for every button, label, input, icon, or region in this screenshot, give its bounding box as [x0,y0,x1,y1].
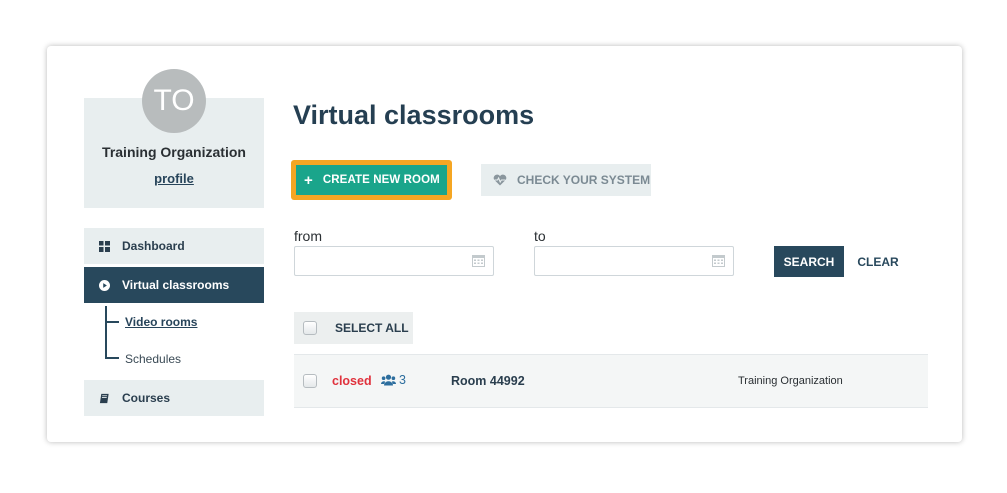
tree-line [105,306,107,358]
sidebar-item-label: Virtual classrooms [122,278,230,292]
select-all-checkbox[interactable] [303,321,317,335]
status-badge: closed [332,374,372,388]
sidebar-item-dashboard[interactable]: Dashboard [84,228,264,264]
plus-icon: + [304,171,313,189]
sidebar-item-courses[interactable]: Courses [84,380,264,416]
select-all-label: SELECT ALL [335,321,409,335]
tree-branch [105,321,119,323]
room-organization: Training Organization [738,375,843,387]
tree-branch [105,357,119,359]
heartbeat-icon [493,174,507,186]
create-new-room-label: CREATE NEW ROOM [322,174,440,186]
users-icon [381,374,396,386]
create-room-highlight: + CREATE NEW ROOM [291,160,452,200]
play-circle-icon [98,279,110,291]
sidebar-subitem-video-rooms[interactable]: Video rooms [125,315,197,329]
room-name[interactable]: Room 44992 [451,374,525,388]
participants-count: 3 [381,373,406,387]
row-checkbox[interactable] [303,374,317,388]
sidebar-item-virtual-classrooms[interactable]: Virtual classrooms [84,267,264,303]
dashboard-grid-icon [98,240,110,252]
clear-button[interactable]: CLEAR [853,246,903,277]
profile-link[interactable]: profile [84,171,264,186]
select-all-control[interactable]: SELECT ALL [294,312,413,344]
sidebar-item-label: Courses [122,391,171,405]
avatar[interactable]: TO [142,69,206,133]
check-your-system-button[interactable]: CHECK YOUR SYSTEM [481,164,651,196]
from-date-field[interactable] [294,246,494,276]
organization-name: Training Organization [102,144,246,160]
participants-number: 3 [399,373,406,387]
to-date-field[interactable] [534,246,734,276]
sidebar-item-label: Dashboard [122,239,185,253]
sidebar-subitem-schedules[interactable]: Schedules [125,352,181,366]
check-your-system-label: CHECK YOUR SYSTEM [517,173,651,187]
to-date-input[interactable] [535,247,705,275]
table-row[interactable]: closed 3 Room 44992 Training Organizatio… [294,354,928,408]
main-card: TO Training Organization profile Dashboa… [47,46,962,442]
page-title: Virtual classrooms [293,100,535,130]
book-icon [98,392,110,404]
from-label: from [294,228,322,244]
to-label: to [534,228,546,244]
calendar-icon[interactable] [472,254,485,272]
create-new-room-button[interactable]: + CREATE NEW ROOM [296,165,447,195]
calendar-icon[interactable] [712,254,725,272]
from-date-input[interactable] [295,247,465,275]
search-button[interactable]: SEARCH [774,246,844,277]
